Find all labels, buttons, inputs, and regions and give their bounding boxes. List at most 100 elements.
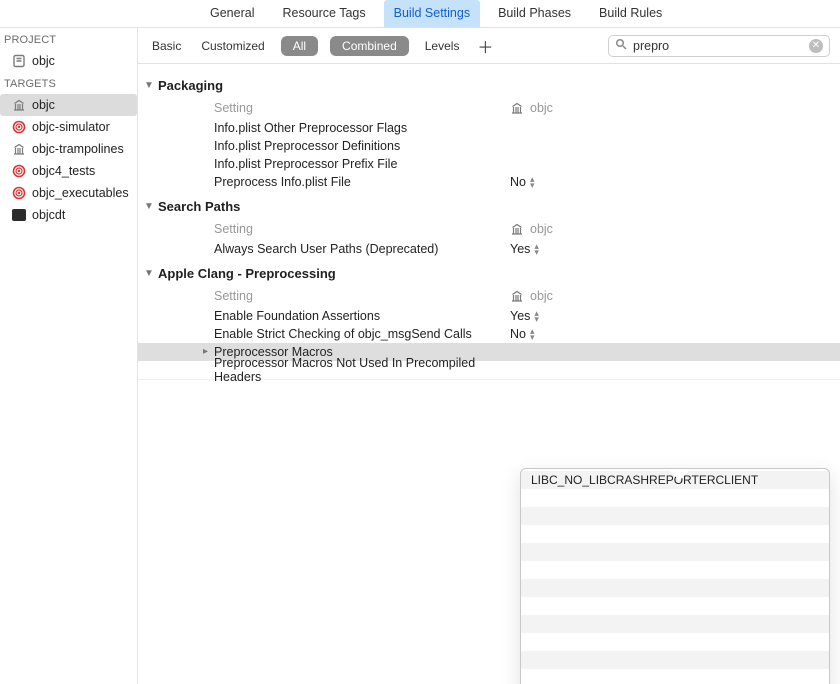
- column-setting: Setting: [214, 222, 510, 236]
- target-label: objc4_tests: [32, 164, 95, 178]
- target-item-objc4-tests[interactable]: objc4_tests: [0, 160, 137, 182]
- macros-popover: LIBC_NO_LIBCRASHREPORTERCLIENT ＋: [520, 468, 830, 684]
- setting-name: Enable Strict Checking of objc_msgSend C…: [214, 327, 510, 341]
- macro-row[interactable]: [521, 507, 829, 525]
- search-field[interactable]: ✕: [608, 35, 830, 57]
- stepper-icon: ▴▾: [534, 243, 539, 255]
- setting-row[interactable]: Info.plist Preprocessor Definitions: [138, 137, 840, 155]
- setting-row[interactable]: Preprocessor Macros Not Used In Precompi…: [138, 361, 840, 379]
- view-combined[interactable]: Combined: [330, 36, 409, 56]
- macro-row[interactable]: [521, 489, 829, 507]
- disclosure-triangle-icon: ▼: [144, 80, 154, 91]
- column-setting: Setting: [214, 289, 510, 303]
- setting-name: Preprocess Info.plist File: [214, 175, 510, 189]
- framework-icon: [510, 101, 524, 115]
- setting-row[interactable]: Enable Strict Checking of objc_msgSend C…: [138, 325, 840, 343]
- view-levels[interactable]: Levels: [421, 36, 464, 56]
- macro-row[interactable]: [521, 651, 829, 669]
- group-header-clang-preprocessing[interactable]: ▼ Apple Clang - Preprocessing: [138, 258, 840, 285]
- setting-value[interactable]: Yes ▴▾: [510, 242, 539, 256]
- scope-seg-all: All: [281, 36, 318, 56]
- search-input[interactable]: [631, 38, 805, 54]
- stepper-icon: ▴▾: [530, 176, 535, 188]
- setting-row[interactable]: Info.plist Other Preprocessor Flags: [138, 119, 840, 137]
- stepper-icon: ▴▾: [534, 310, 539, 322]
- target-label: objc-trampolines: [32, 142, 124, 156]
- tab-build-settings[interactable]: Build Settings: [384, 0, 480, 27]
- macro-row[interactable]: [521, 633, 829, 651]
- setting-row[interactable]: Preprocess Info.plist File No ▴▾: [138, 173, 840, 191]
- tab-build-rules[interactable]: Build Rules: [589, 0, 672, 27]
- stepper-icon: ▴▾: [530, 328, 535, 340]
- framework-icon: [510, 222, 524, 236]
- target-item-objcdt[interactable]: objcdt: [0, 204, 137, 226]
- macro-row[interactable]: [521, 579, 829, 597]
- setting-value[interactable]: No ▴▾: [510, 175, 535, 189]
- setting-value[interactable]: Yes ▴▾: [510, 309, 539, 323]
- column-setting: Setting: [214, 101, 510, 115]
- macro-row[interactable]: [521, 561, 829, 579]
- view-seg: Combined: [330, 36, 409, 56]
- target-label: objcdt: [32, 208, 65, 222]
- target-icon: [12, 120, 26, 134]
- setting-row[interactable]: Info.plist Preprocessor Prefix File: [138, 155, 840, 173]
- macro-row[interactable]: LIBC_NO_LIBCRASHREPORTERCLIENT: [521, 471, 829, 489]
- clear-search-icon[interactable]: ✕: [809, 39, 823, 53]
- columns-header: Setting objc: [138, 218, 840, 240]
- setting-name: Enable Foundation Assertions: [214, 309, 510, 323]
- setting-name: Always Search User Paths (Deprecated): [214, 242, 510, 256]
- macro-row[interactable]: [521, 543, 829, 561]
- macro-row[interactable]: [521, 525, 829, 543]
- macros-list[interactable]: LIBC_NO_LIBCRASHREPORTERCLIENT: [521, 469, 829, 684]
- add-button[interactable]: ＋: [475, 36, 495, 56]
- target-icon: [12, 186, 26, 200]
- tab-build-phases[interactable]: Build Phases: [488, 0, 581, 27]
- column-target: objc: [530, 101, 553, 115]
- scope-all[interactable]: All: [281, 36, 318, 56]
- group-header-packaging[interactable]: ▼ Packaging: [138, 70, 840, 97]
- group-header-search-paths[interactable]: ▼ Search Paths: [138, 191, 840, 218]
- project-item-objc[interactable]: objc: [0, 50, 137, 72]
- target-item-objc-simulator[interactable]: objc-simulator: [0, 116, 137, 138]
- terminal-icon: [12, 208, 26, 222]
- scope-customized[interactable]: Customized: [197, 36, 268, 56]
- project-section-header: PROJECT: [0, 28, 137, 50]
- group-title: Packaging: [158, 78, 223, 93]
- tab-general[interactable]: General: [200, 0, 264, 27]
- setting-row[interactable]: Always Search User Paths (Deprecated) Ye…: [138, 240, 840, 258]
- target-label: objc-simulator: [32, 120, 110, 134]
- setting-name: Preprocessor Macros Not Used In Precompi…: [214, 356, 510, 384]
- macro-row[interactable]: [521, 597, 829, 615]
- framework-icon: [12, 98, 26, 112]
- column-target: objc: [530, 289, 553, 303]
- target-label: objc_executables: [32, 186, 129, 200]
- setting-row-preprocessor-macros[interactable]: Preprocessor Macros: [138, 343, 840, 361]
- setting-row[interactable]: Enable Foundation Assertions Yes ▴▾: [138, 307, 840, 325]
- search-icon: [615, 38, 627, 53]
- target-label: objc: [32, 98, 55, 112]
- setting-name: Info.plist Preprocessor Prefix File: [214, 157, 510, 171]
- target-item-objc-executables[interactable]: objc_executables: [0, 182, 137, 204]
- setting-value[interactable]: No ▴▾: [510, 327, 535, 341]
- target-item-objc[interactable]: objc: [0, 94, 137, 116]
- target-icon: [12, 164, 26, 178]
- tab-resource-tags[interactable]: Resource Tags: [272, 0, 375, 27]
- scope-basic[interactable]: Basic: [148, 36, 185, 56]
- column-target: objc: [530, 222, 553, 236]
- build-settings-table: ▼ Packaging Setting objc Info.plist Othe…: [138, 64, 840, 684]
- columns-header: Setting objc: [138, 285, 840, 307]
- setting-name: Info.plist Other Preprocessor Flags: [214, 121, 510, 135]
- setting-name: Info.plist Preprocessor Definitions: [214, 139, 510, 153]
- project-item-label: objc: [32, 54, 55, 68]
- group-title: Apple Clang - Preprocessing: [158, 266, 336, 281]
- macro-row[interactable]: [521, 669, 829, 684]
- macro-row[interactable]: [521, 615, 829, 633]
- project-navigator: PROJECT objc TARGETS objc objc-simulator…: [0, 28, 138, 684]
- framework-icon: [12, 142, 26, 156]
- framework-icon: [510, 289, 524, 303]
- target-item-objc-trampolines[interactable]: objc-trampolines: [0, 138, 137, 160]
- project-icon: [12, 54, 26, 68]
- disclosure-triangle-icon: ▼: [144, 201, 154, 212]
- editor-tabs: General Resource Tags Build Settings Bui…: [0, 0, 840, 28]
- build-settings-toolbar: Basic Customized All Combined Levels ＋ ✕: [138, 28, 840, 64]
